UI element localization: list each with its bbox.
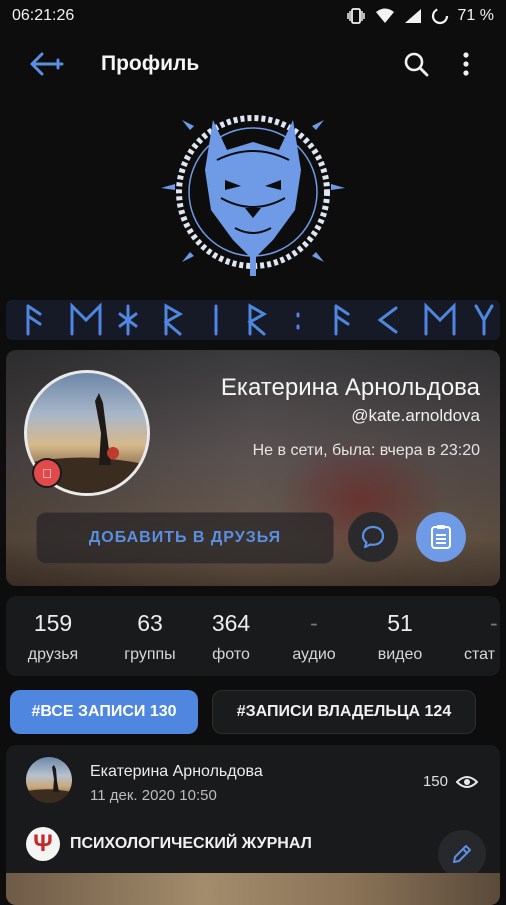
message-button[interactable] [348,512,398,562]
pencil-icon [453,845,471,863]
profile-status: Не в сети, была: вчера в 23:20 [252,442,480,459]
signal-icon [404,9,421,23]
profile-card:  Екатерина Арнольдова @kate.arnoldova Н… [6,350,500,586]
lynx-emblem [161,115,345,276]
stat-value: 63 [137,610,163,636]
stat-value: - [490,610,498,636]
message-icon [361,525,385,549]
psychology-journal-icon: Ψ [26,827,60,861]
wall-list-button[interactable] [416,512,466,562]
eye-icon [456,775,478,788]
post-source[interactable]: ПСИХОЛОГИЧЕСКИЙ ЖУРНАЛ [70,835,312,853]
battery-level: 71 % [457,7,494,24]
profile-name: Екатерина Арнольдова [220,374,480,401]
rune-banner [6,300,500,340]
stat-label: видео [377,646,423,663]
profile-stats: 159 друзья 63 группы 364 фото - аудио 51… [6,596,500,676]
post-card: Екатерина Арнольдова 11 дек. 2020 10:50 … [6,745,500,905]
stat-friends[interactable]: 159 друзья [8,610,98,664]
back-arrow-icon[interactable] [28,50,64,78]
stat-label: стат [464,646,496,663]
post-author-avatar[interactable] [26,757,72,803]
more-vert-icon[interactable] [456,50,476,78]
edit-button[interactable] [438,830,486,878]
battery-icon [431,7,448,25]
stat-photos[interactable]: 364 фото [186,610,276,664]
post-image[interactable] [6,873,500,905]
app-bar: Профиль [0,38,506,90]
stat-articles[interactable]: - стат [446,610,500,664]
wifi-icon [375,8,394,23]
stat-label: группы [124,646,176,663]
stat-value: 51 [387,610,413,636]
vibrate-icon [346,8,365,24]
stat-video[interactable]: 51 видео [355,610,445,664]
stat-label: аудио [292,646,336,663]
apple-icon:  [32,458,62,488]
views-count: 150 [422,773,448,790]
stat-label: фото [212,646,250,663]
list-icon [431,525,451,549]
filter-owner-posts[interactable]: #ЗАПИСИ ВЛАДЕЛЬЦА 124 [212,690,476,734]
post-author[interactable]: Екатерина Арнольдова [90,763,263,781]
status-bar: 06:21:26 71 % [0,0,506,32]
stat-value: 159 [33,610,73,636]
stat-groups[interactable]: 63 группы [105,610,195,664]
stat-value: - [310,610,318,636]
add-friend-button[interactable]: ДОБАВИТЬ В ДРУЗЬЯ [36,512,334,564]
post-views: 150 [423,773,478,790]
stat-label: друзья [27,646,79,663]
post-date: 11 дек. 2020 10:50 [90,787,217,804]
stat-audio[interactable]: - аудио [269,610,359,664]
status-icons: 71 % [346,7,494,25]
status-time: 06:21:26 [12,7,75,24]
filter-all-posts[interactable]: #ВСЕ ЗАПИСИ 130 [10,690,198,734]
stat-value: 364 [211,610,251,636]
profile-handle: @kate.arnoldova [351,406,480,425]
page-title: Профиль [101,52,200,75]
search-icon[interactable] [402,50,430,78]
post-avatar-photo [26,765,72,803]
